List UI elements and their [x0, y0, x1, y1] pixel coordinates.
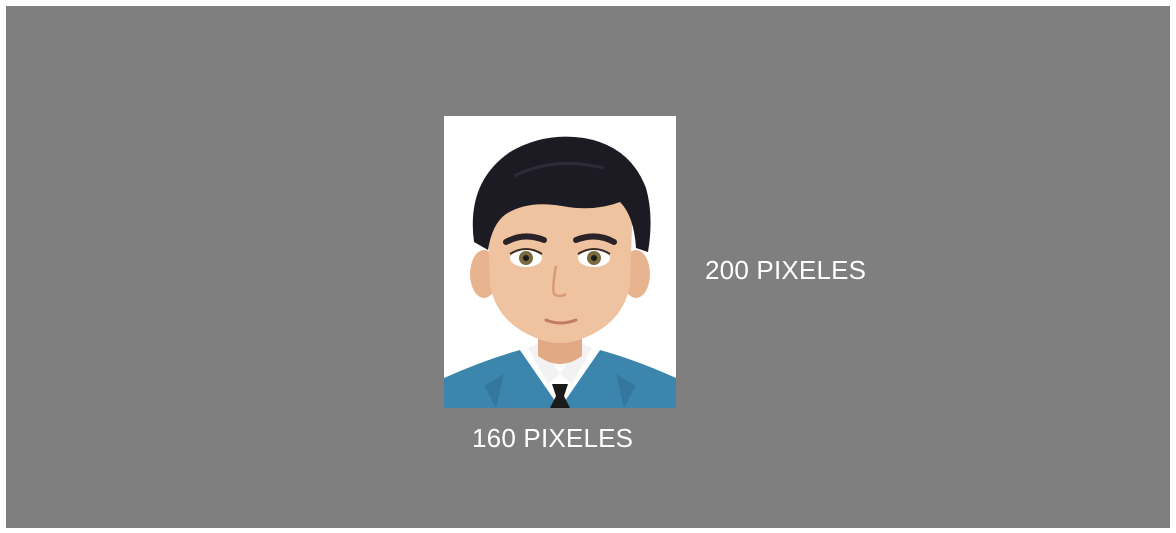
avatar-photo: [444, 116, 676, 408]
height-label: 200 PIXELES: [705, 255, 867, 285]
width-label: 160 PIXELES: [472, 423, 634, 453]
man-avatar-icon: [444, 136, 676, 408]
